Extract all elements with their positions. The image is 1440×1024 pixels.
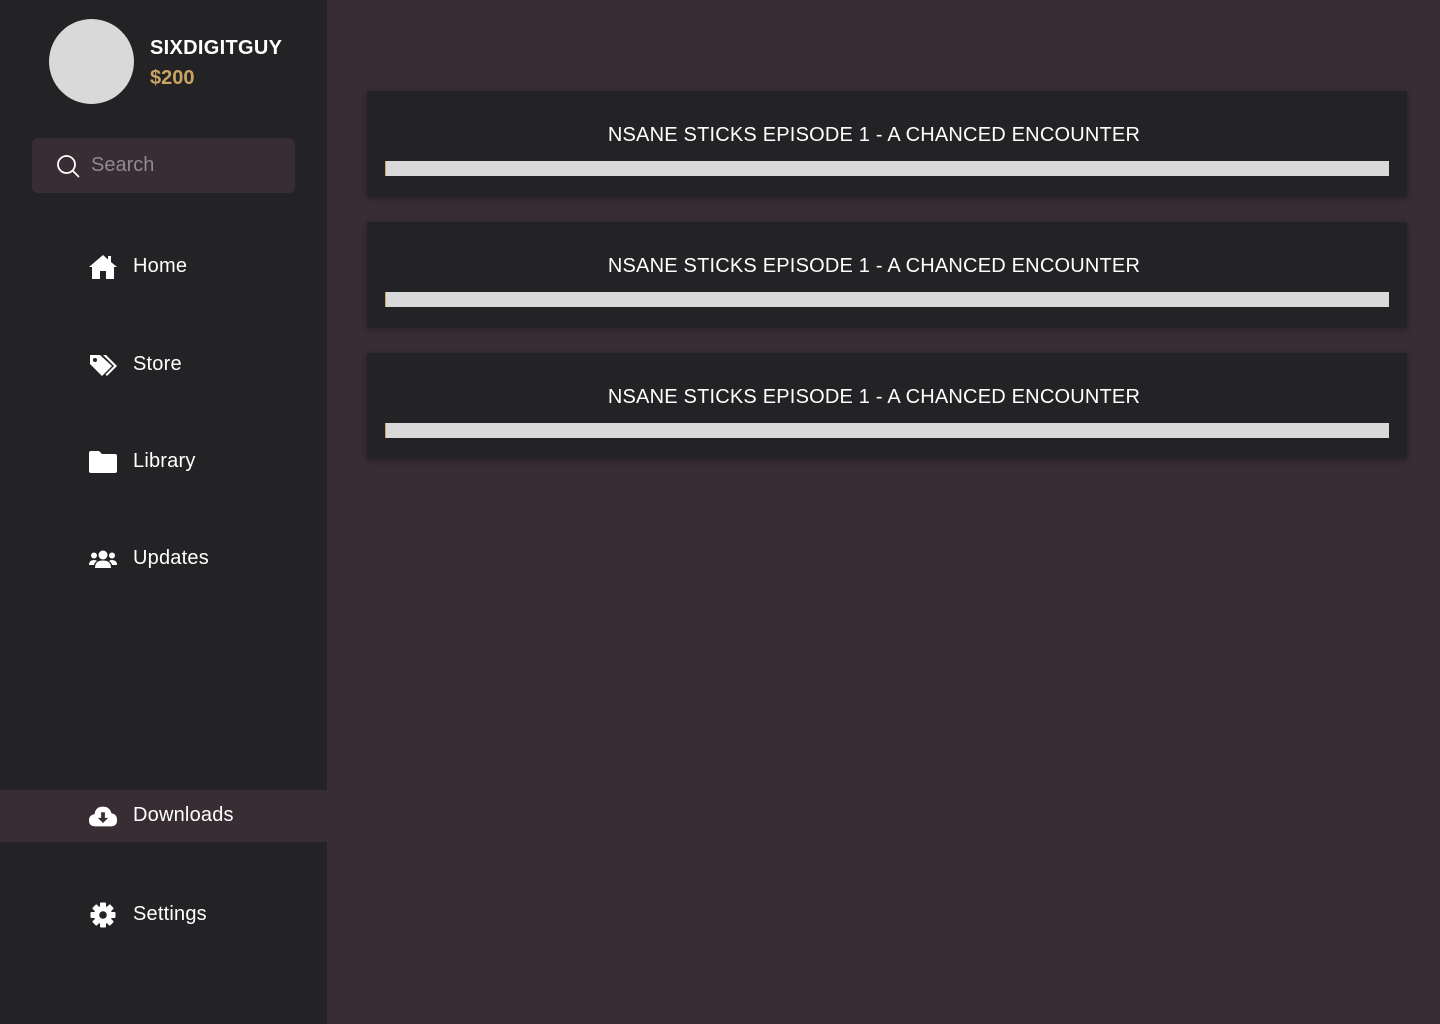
download-progress-bar — [385, 161, 1389, 176]
download-progress-fill — [385, 292, 386, 307]
nav-item-settings[interactable]: Settings — [0, 889, 327, 941]
nav-label-downloads: Downloads — [133, 804, 234, 826]
nav-item-home[interactable]: Home — [0, 241, 327, 293]
nav-item-downloads[interactable]: Downloads — [0, 790, 327, 842]
search-box[interactable] — [32, 138, 295, 193]
download-title: NSANE STICKS EPISODE 1 - A CHANCED ENCOU… — [607, 255, 1141, 277]
nav-label-updates: Updates — [133, 547, 209, 569]
users-icon — [88, 547, 118, 571]
download-card[interactable]: NSANE STICKS EPISODE 1 - A CHANCED ENCOU… — [367, 353, 1407, 458]
download-card[interactable]: NSANE STICKS EPISODE 1 - A CHANCED ENCOU… — [367, 91, 1407, 196]
download-progress-bar — [385, 292, 1389, 307]
download-title: NSANE STICKS EPISODE 1 - A CHANCED ENCOU… — [607, 124, 1141, 146]
download-progress-fill — [385, 423, 386, 438]
balance: $200 — [150, 67, 195, 89]
nav-item-store[interactable]: Store — [0, 339, 327, 391]
username: SIXDIGITGUY — [150, 37, 283, 59]
nav-item-updates[interactable]: Updates — [0, 533, 327, 585]
nav-item-library[interactable]: Library — [0, 436, 327, 488]
search-icon — [57, 155, 80, 178]
nav-label-home: Home — [133, 255, 188, 277]
avatar[interactable] — [49, 19, 134, 104]
sidebar: SIXDIGITGUY $200 Home Store — [0, 0, 327, 1024]
nav-label-store: Store — [133, 353, 182, 375]
folder-icon — [88, 450, 118, 474]
search-input[interactable] — [91, 138, 281, 193]
tags-icon — [88, 353, 118, 377]
download-card[interactable]: NSANE STICKS EPISODE 1 - A CHANCED ENCOU… — [367, 222, 1407, 327]
cloud-download-icon — [88, 804, 118, 828]
download-progress-fill — [385, 161, 386, 176]
gear-icon — [88, 902, 118, 928]
download-progress-bar — [385, 423, 1389, 438]
home-icon — [88, 255, 118, 279]
download-title: NSANE STICKS EPISODE 1 - A CHANCED ENCOU… — [607, 386, 1141, 408]
nav-label-settings: Settings — [133, 903, 207, 925]
nav-label-library: Library — [133, 450, 196, 472]
